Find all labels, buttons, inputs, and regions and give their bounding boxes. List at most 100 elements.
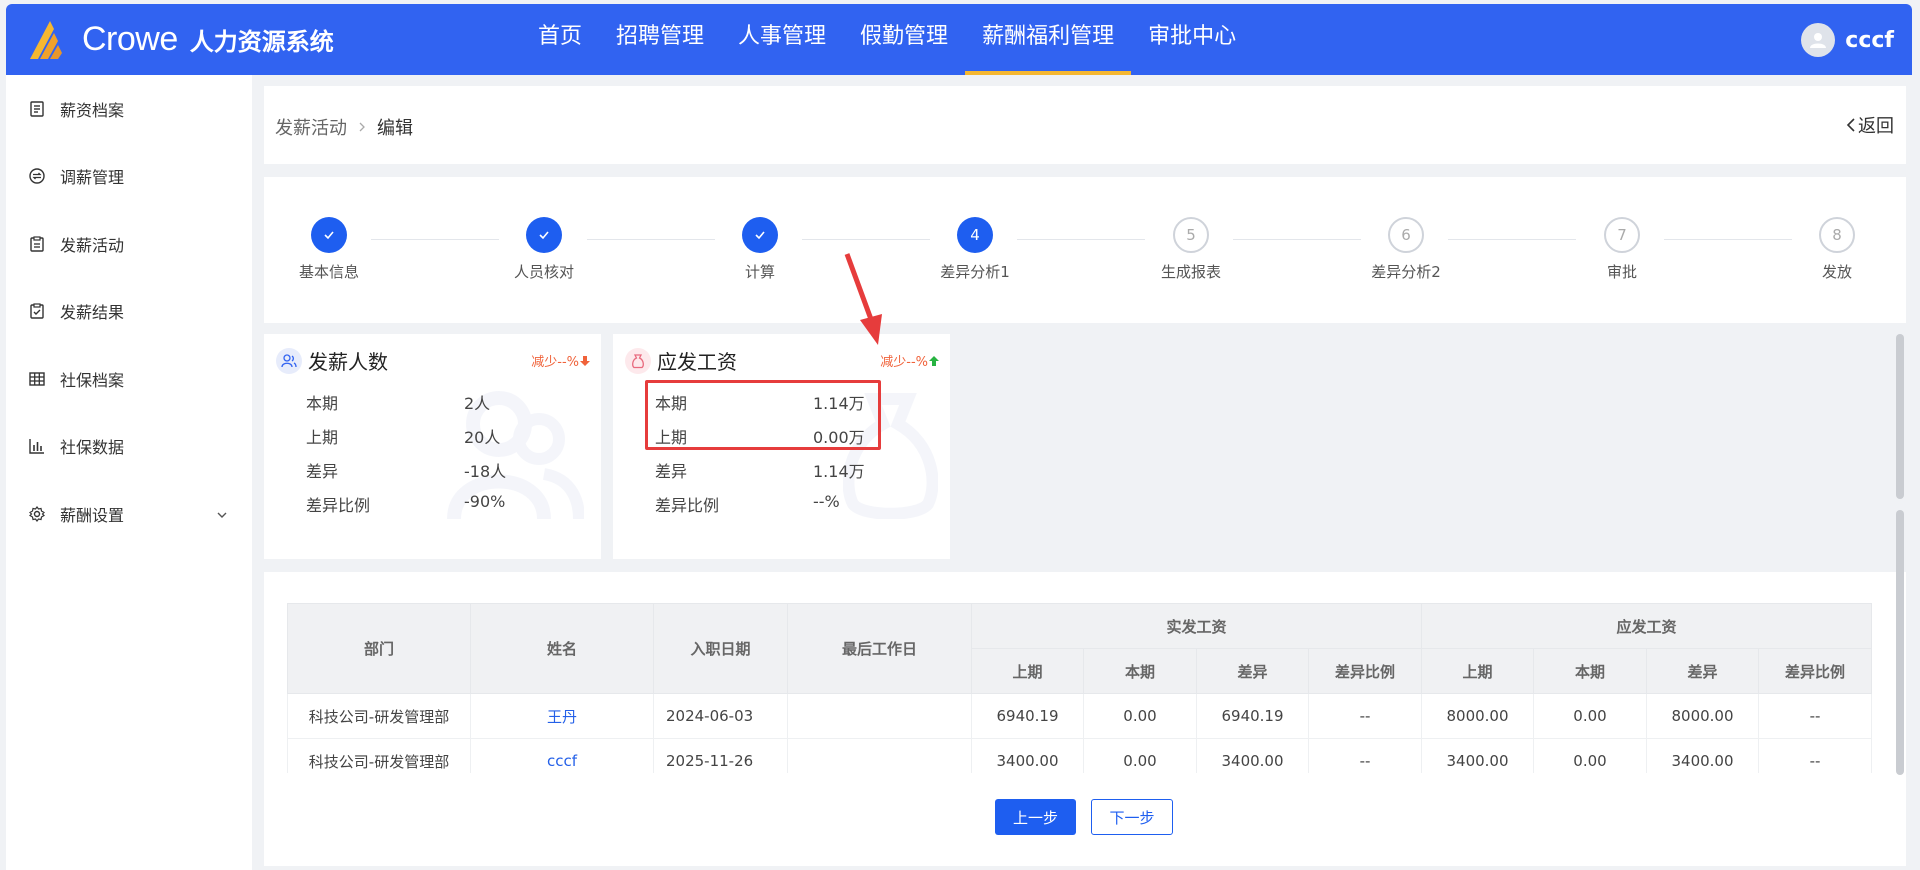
step-label: 计算: [744, 263, 775, 281]
table-row: 科技公司-研发管理部 cccf 2025-11-26 3400.00 0.00 …: [287, 738, 1872, 773]
nav-compensation[interactable]: 薪酬福利管理: [965, 4, 1132, 75]
step-approval[interactable]: 7 审批: [1562, 217, 1682, 282]
back-button[interactable]: 返回: [1844, 112, 1894, 138]
col-header-cur: 本期: [1533, 648, 1647, 694]
cell-hire-date: 2025-11-26: [653, 738, 788, 773]
top-navbar: Crowe 人力资源系统 首页 招聘管理 人事管理 假勤管理 薪酬福利管理 审批…: [6, 4, 1912, 75]
col-group-actual-pay: 实发工资: [971, 603, 1422, 649]
crowe-logo-icon: [30, 21, 62, 59]
clipboard-check-icon: [28, 302, 46, 320]
employee-name-link[interactable]: 王丹: [470, 693, 654, 739]
chevron-left-icon: [1846, 118, 1855, 132]
sidebar-item-label: 调薪管理: [60, 168, 125, 188]
sidebar-item-social-security-files[interactable]: 社保档案: [6, 345, 252, 413]
nav-home[interactable]: 首页: [521, 4, 599, 75]
cell-actual-cur: 0.00: [1083, 693, 1197, 739]
step-number: 4: [957, 217, 993, 253]
step-connector: [802, 239, 930, 240]
step-number: 8: [1819, 217, 1855, 253]
table-scroll-area[interactable]: 部门 姓名 入职日期 最后工作日 实发工资 应发工资 上期 本期 差异 差异比例…: [287, 603, 1884, 773]
employee-variance-table-card: 部门 姓名 入职日期 最后工作日 实发工资 应发工资 上期 本期 差异 差异比例…: [264, 572, 1906, 866]
step-label: 审批: [1606, 263, 1637, 281]
cell-actual-prev: 3400.00: [971, 738, 1084, 773]
step-connector: [1448, 239, 1576, 240]
bar-chart-icon: [28, 437, 46, 455]
step-basic-info[interactable]: 基本信息: [269, 217, 389, 282]
step-personnel-check[interactable]: 人员核对: [484, 217, 604, 282]
cell-payable-ratio: --: [1758, 738, 1872, 773]
breadcrumb-current: 编辑: [377, 118, 413, 139]
card-header: 应发工资: [625, 346, 737, 375]
check-icon: [311, 217, 347, 253]
cell-actual-ratio: --: [1308, 693, 1422, 739]
step-calculate[interactable]: 计算: [700, 217, 820, 282]
cell-actual-ratio: --: [1308, 738, 1422, 773]
sidebar-item-salary-adjust[interactable]: 调薪管理: [6, 143, 252, 211]
cell-last-work-day: [787, 738, 972, 773]
col-group-payable-pay: 应发工资: [1421, 603, 1872, 649]
breadcrumb-parent[interactable]: 发薪活动: [275, 114, 347, 140]
scrollbar-thumb[interactable]: [1896, 510, 1904, 775]
col-header-diff: 差异: [1196, 648, 1309, 694]
metric-label: 差异比例: [306, 496, 371, 515]
main-nav: 首页 招聘管理 人事管理 假勤管理 薪酬福利管理 审批中心: [521, 4, 1253, 75]
previous-step-button[interactable]: 上一步: [995, 799, 1076, 835]
step-label: 差异分析1: [940, 263, 1010, 281]
arrow-down-icon: [580, 355, 590, 366]
sidebar-item-label: 社保档案: [60, 370, 125, 390]
sidebar-item-label: 社保数据: [60, 438, 125, 458]
people-icon: [276, 347, 302, 374]
logo[interactable]: Crowe 人力资源系统: [28, 17, 334, 61]
step-disbursement[interactable]: 8 发放: [1777, 217, 1897, 282]
employee-name-link[interactable]: cccf: [470, 738, 654, 773]
col-header-diff: 差异: [1646, 648, 1759, 694]
brand-name: Crowe: [82, 19, 178, 58]
user-menu[interactable]: cccf: [1801, 23, 1894, 57]
col-header-prev: 上期: [1421, 648, 1534, 694]
step-label: 差异分析2: [1371, 263, 1441, 281]
trend-text: 减少--%: [531, 355, 579, 370]
cell-last-work-day: [787, 693, 972, 739]
nav-approval-center[interactable]: 审批中心: [1131, 4, 1253, 75]
sidebar-item-social-security-data[interactable]: 社保数据: [6, 413, 252, 481]
breadcrumb-bar: 发薪活动 编辑 返回: [264, 86, 1906, 164]
next-step-button[interactable]: 下一步: [1091, 799, 1173, 835]
nav-recruitment[interactable]: 招聘管理: [599, 4, 721, 75]
cell-payable-prev: 8000.00: [1421, 693, 1534, 739]
step-generate-report[interactable]: 5 生成报表: [1131, 217, 1251, 282]
trend-text: 减少--%: [880, 355, 928, 370]
system-name: 人力资源系统: [189, 27, 334, 56]
col-header-hire-date: 入职日期: [653, 603, 788, 694]
metric-label: 差异: [655, 462, 688, 481]
chevron-down-icon[interactable]: [216, 506, 228, 525]
metric-value: -90%: [464, 492, 506, 511]
step-connector: [371, 239, 499, 240]
card-header: 发薪人数: [276, 346, 388, 375]
back-label: 返回: [1858, 116, 1894, 137]
metric-value: -18人: [464, 462, 507, 481]
table-row: 科技公司-研发管理部 王丹 2024-06-03 6940.19 0.00 69…: [287, 693, 1872, 739]
metric-value: 20人: [464, 428, 501, 447]
sidebar-item-payroll-results[interactable]: 发薪结果: [6, 278, 252, 346]
sidebar-item-payroll-activity[interactable]: 发薪活动: [6, 210, 252, 278]
sidebar-item-compensation-settings[interactable]: 薪酬设置: [6, 480, 252, 548]
step-variance-analysis-2[interactable]: 6 差异分析2: [1346, 217, 1466, 282]
step-label: 发放: [1821, 263, 1852, 281]
check-icon: [742, 217, 778, 253]
grid-icon: [28, 370, 46, 388]
cell-actual-prev: 6940.19: [971, 693, 1084, 739]
nav-personnel[interactable]: 人事管理: [721, 4, 843, 75]
nav-leave-attendance[interactable]: 假勤管理: [843, 4, 965, 75]
step-connector: [587, 239, 715, 240]
sidebar-item-salary-files[interactable]: 薪资档案: [6, 75, 252, 143]
scrollbar-thumb[interactable]: [1896, 334, 1904, 499]
card-title: 应发工资: [657, 350, 737, 374]
avatar: [1801, 23, 1836, 57]
metric-label: 差异比例: [655, 496, 720, 515]
metric-value: 2人: [464, 394, 491, 413]
step-variance-analysis-1[interactable]: 4 差异分析1: [915, 217, 1035, 282]
variance-table: 部门 姓名 入职日期 最后工作日 实发工资 应发工资 上期 本期 差异 差异比例…: [287, 603, 1872, 773]
cell-hire-date: 2024-06-03: [653, 693, 788, 739]
cell-payable-cur: 0.00: [1533, 738, 1647, 773]
cell-actual-cur: 0.00: [1083, 738, 1197, 773]
